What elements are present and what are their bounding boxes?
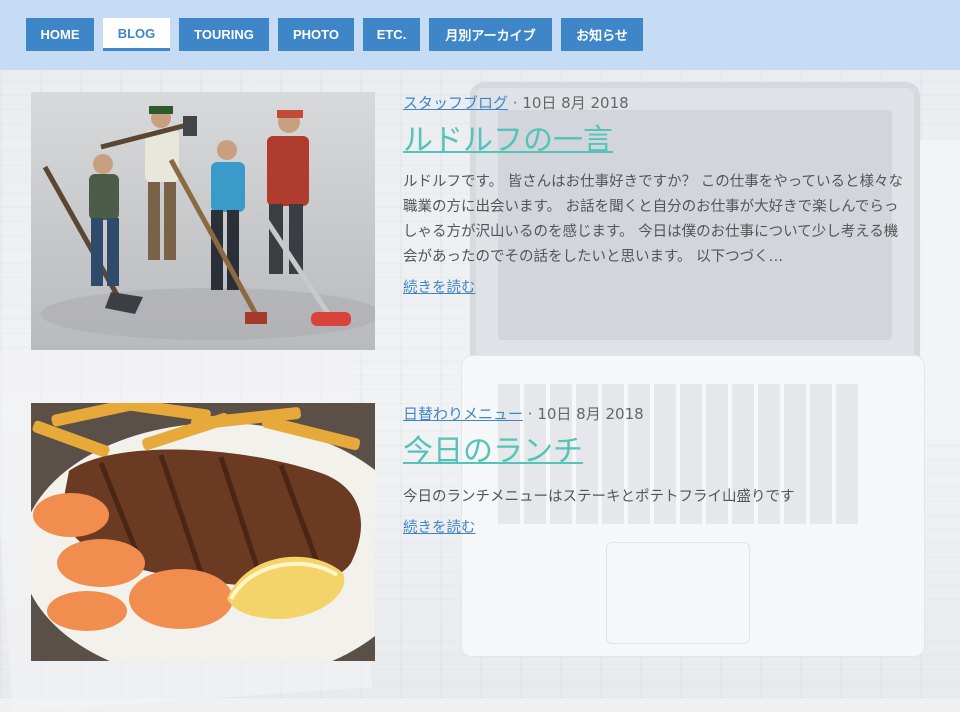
post-category-link[interactable]: スタッフブログ [403, 94, 508, 112]
nav-etc[interactable]: ETC. [363, 18, 420, 51]
nav-photo[interactable]: PHOTO [278, 18, 354, 51]
workers-figurines-image [31, 92, 375, 350]
post-meta: 日替わりメニュー · 10日 8月 2018 [403, 403, 908, 425]
nav-blog[interactable]: BLOG [103, 18, 170, 51]
post-title-link[interactable]: 今日のランチ [403, 433, 908, 471]
nav-monthly-archive[interactable]: 月別アーカイブ [429, 18, 552, 51]
read-more-link[interactable]: 続きを読む [403, 276, 476, 297]
nav-touring[interactable]: TOURING [179, 18, 269, 51]
meta-separator: · [523, 405, 538, 423]
top-navigation-bar: HOME BLOG TOURING PHOTO ETC. 月別アーカイブ お知ら… [0, 0, 960, 70]
background-trackpad [606, 542, 750, 644]
steak-plate-image [31, 403, 375, 661]
post-date: 10日 8月 2018 [537, 405, 644, 423]
read-more-link[interactable]: 続きを読む [403, 516, 476, 537]
post-date: 10日 8月 2018 [522, 94, 629, 112]
post-category-link[interactable]: 日替わりメニュー [403, 405, 523, 423]
post-meta: スタッフブログ · 10日 8月 2018 [403, 92, 908, 114]
post-thumbnail-lunch[interactable] [31, 403, 375, 661]
post-title-link[interactable]: ルドルフの一言 [403, 122, 908, 160]
main-nav: HOME BLOG TOURING PHOTO ETC. 月別アーカイブ お知ら… [26, 18, 643, 51]
meta-separator: · [508, 94, 523, 112]
nav-home[interactable]: HOME [26, 18, 94, 51]
post-excerpt: 今日のランチメニューはステーキとポテトフライ山盛りです [403, 489, 795, 505]
post-excerpt: ルドルフです。 皆さんはお仕事好きですか？ この仕事をやっていると様々な職業の方… [403, 174, 904, 265]
post-content: スタッフブログ · 10日 8月 2018 ルドルフの一言 ルドルフです。 皆さ… [403, 92, 908, 297]
post-content: 日替わりメニュー · 10日 8月 2018 今日のランチ 今日のランチメニュー… [403, 403, 908, 537]
nav-news[interactable]: お知らせ [561, 18, 643, 51]
post-thumbnail-workers[interactable] [31, 92, 375, 350]
